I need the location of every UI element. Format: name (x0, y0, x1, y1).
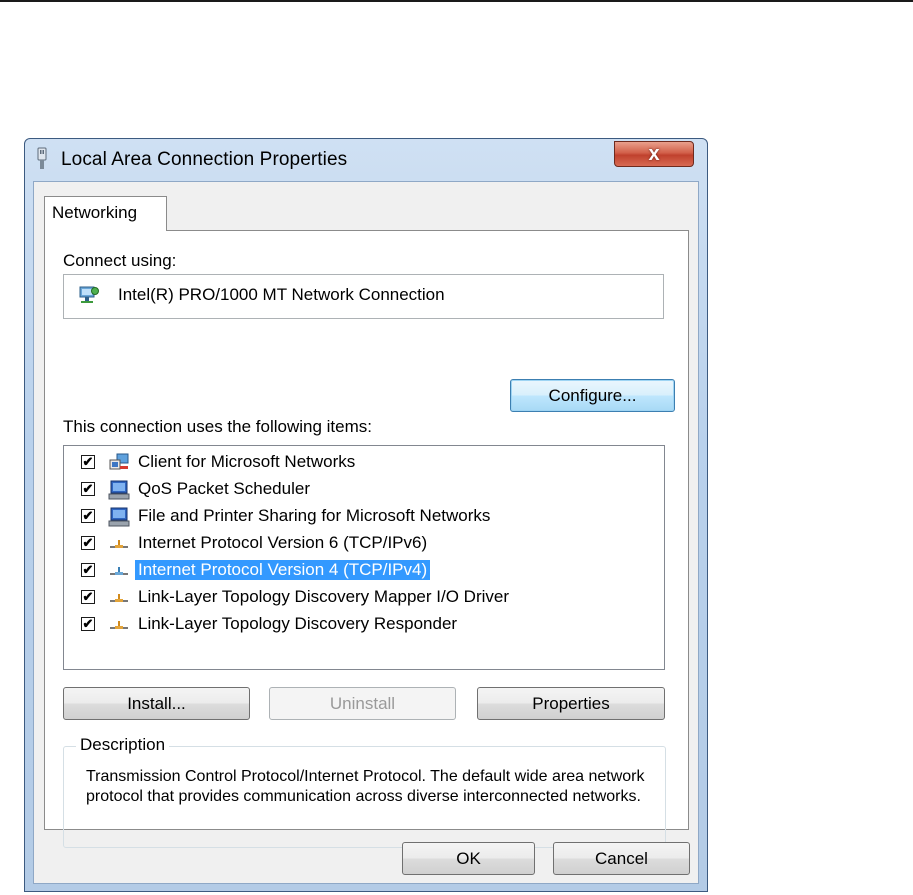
list-item-label: Internet Protocol Version 4 (TCP/IPv4) (135, 560, 431, 580)
tab-networking-label: Networking (52, 203, 138, 222)
close-icon: x (648, 142, 660, 165)
list-item-file-and-printer-sharing[interactable]: ✔ File and Printer Sharing for Microsoft… (64, 505, 664, 531)
list-item-client-for-microsoft-networks[interactable]: ✔ Client for Microsoft Networks (64, 451, 664, 477)
configure-button[interactable]: Configure... (510, 379, 675, 412)
properties-button[interactable]: Properties (477, 687, 665, 720)
ok-button[interactable]: OK (402, 842, 535, 875)
adapter-name: Intel(R) PRO/1000 MT Network Connection (118, 285, 445, 304)
network-adapter-icon (33, 147, 51, 171)
tab-networking[interactable]: Networking (44, 196, 167, 231)
description-text: Transmission Control Protocol/Internet P… (86, 768, 645, 805)
top-rule (0, 0, 913, 2)
title-bar[interactable]: Local Area Connection Properties x (25, 139, 707, 181)
install-button-label: Install... (127, 693, 186, 713)
description-legend: Description (76, 735, 170, 755)
item-checkbox[interactable]: ✔ (81, 590, 95, 604)
network-client-icon (108, 453, 130, 473)
item-checkbox[interactable]: ✔ (81, 617, 95, 631)
list-item-lltd-mapper[interactable]: ✔ Link-Layer Topology Discovery Mapper I… (64, 586, 664, 612)
list-item-label: Link-Layer Topology Discovery Responder (138, 614, 458, 633)
item-checkbox[interactable]: ✔ (81, 563, 95, 577)
uninstall-button-label: Uninstall (329, 693, 396, 713)
properties-button-label: Properties (532, 693, 610, 713)
configure-button-label: Configure... (548, 385, 637, 405)
list-item-label: QoS Packet Scheduler (138, 479, 310, 498)
list-item-ipv6[interactable]: ✔ Internet Protocol Version 6 (TCP/IPv6) (64, 532, 664, 558)
window-title: Local Area Connection Properties (61, 149, 348, 170)
list-item-lltd-responder[interactable]: ✔ Link-Layer Topology Discovery Responde… (64, 613, 664, 639)
networking-tab-panel: Connect using: Intel(R) PRO/1000 MT Netw… (44, 230, 689, 848)
adapter-field: Intel(R) PRO/1000 MT Network Connection (63, 274, 664, 319)
service-icon (108, 507, 130, 527)
list-item-label: Link-Layer Topology Discovery Mapper I/O… (138, 587, 509, 606)
protocol-icon (108, 588, 130, 608)
item-checkbox[interactable]: ✔ (81, 509, 95, 523)
connect-using-label: Connect using: (63, 251, 177, 270)
items-section-label: This connection uses the following items… (63, 417, 372, 436)
dialog-client-area: Networking Connect using: Intel(R) PRO/1… (33, 181, 699, 884)
list-item-label: File and Printer Sharing for Microsoft N… (138, 506, 491, 525)
item-checkbox[interactable]: ✔ (81, 455, 95, 469)
ok-button-label: OK (456, 848, 481, 868)
install-button[interactable]: Install... (63, 687, 250, 720)
cancel-button[interactable]: Cancel (553, 842, 690, 875)
item-checkbox[interactable]: ✔ (81, 536, 95, 550)
cancel-button-label: Cancel (595, 848, 648, 868)
list-item-label: Internet Protocol Version 6 (TCP/IPv6) (138, 533, 428, 552)
protocol-icon (108, 534, 130, 554)
list-item-ipv4[interactable]: ✔ Internet Protocol Version 4 (TCP/IPv4) (64, 559, 664, 585)
list-item-qos-packet-scheduler[interactable]: ✔ QoS Packet Scheduler (64, 478, 664, 504)
uninstall-button[interactable]: Uninstall (269, 687, 456, 720)
list-item-label: Client for Microsoft Networks (138, 452, 356, 471)
protocol-icon (108, 615, 130, 635)
service-icon (108, 480, 130, 500)
item-checkbox[interactable]: ✔ (81, 482, 95, 496)
items-list[interactable]: ✔ Client for Microsoft Networks ✔ QoS Pa… (63, 445, 665, 670)
properties-window: Local Area Connection Properties x Netwo… (24, 138, 708, 892)
close-button[interactable]: x (614, 141, 694, 167)
protocol-icon (108, 561, 130, 581)
description-groupbox: Description Transmission Control Protoco… (63, 735, 666, 848)
network-adapter-icon (78, 284, 100, 308)
